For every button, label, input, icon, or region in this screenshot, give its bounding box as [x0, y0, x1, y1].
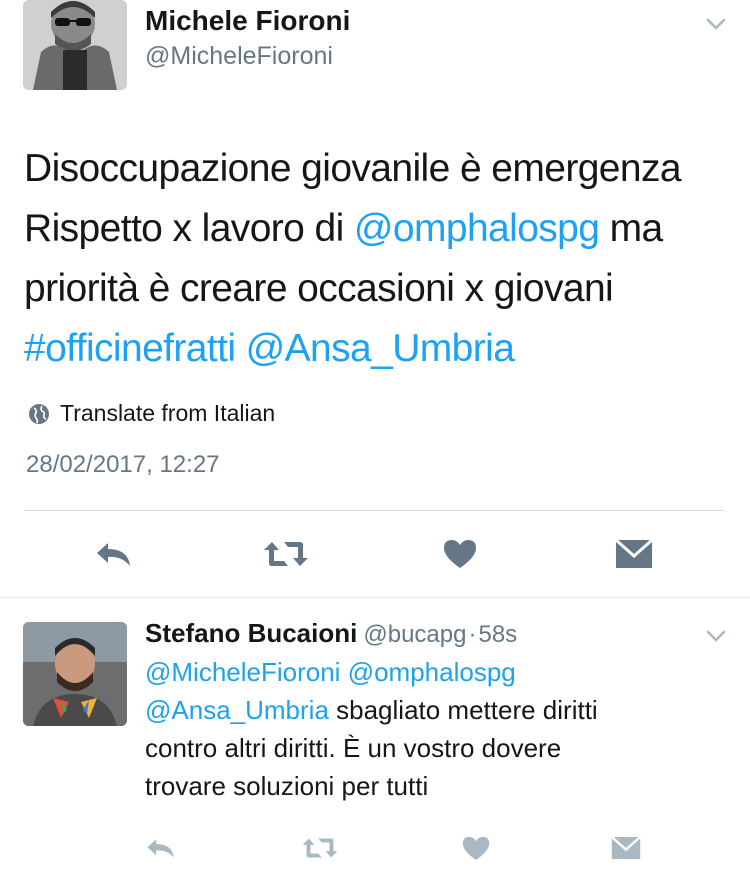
- mention-link[interactable]: @Ansa_Umbria: [145, 695, 329, 725]
- author-handle[interactable]: @MicheleFioroni: [145, 42, 333, 71]
- retweet-button[interactable]: [262, 534, 310, 574]
- divider: [24, 510, 724, 511]
- text-segment: Disoccupazione giovanile è emergenza: [24, 147, 682, 190]
- retweet-icon: [264, 542, 308, 566]
- reply-author-handle[interactable]: @bucapg: [363, 621, 466, 648]
- author-avatar[interactable]: [23, 0, 127, 90]
- text-line: @Ansa_Umbria sbagliato mettere diritti: [145, 691, 725, 729]
- reply-separator-dot: ·: [468, 621, 477, 648]
- main-tweet: Michele Fioroni @MicheleFioroni Disoccup…: [0, 0, 750, 597]
- text-segment: [235, 327, 245, 370]
- text-segment: ma: [599, 207, 664, 250]
- reply-actions: [0, 828, 750, 868]
- text-segment: Rispetto x lavoro di: [24, 207, 354, 250]
- tweet-detail-page: Michele Fioroni @MicheleFioroni Disoccup…: [0, 0, 750, 878]
- tweet-actions: [0, 534, 750, 574]
- text-segment: [340, 657, 347, 687]
- text-line: contro altri diritti. È un vostro dovere: [145, 729, 725, 767]
- reply-icon: [97, 543, 130, 566]
- tweet-text: Disoccupazione giovanile è emergenza Risp…: [24, 139, 729, 379]
- text-line: trovare soluzioni per tutti: [145, 767, 725, 805]
- avatar-photo: [23, 0, 127, 90]
- reply-header: Stefano Bucaioni @bucapg·58s: [145, 618, 517, 649]
- text-segment: priorità è creare occasioni x giovani: [24, 267, 614, 310]
- reply-tweet[interactable]: Stefano Bucaioni @bucapg·58s @MicheleFior…: [0, 598, 750, 878]
- reply-author-name[interactable]: Stefano Bucaioni: [145, 618, 357, 648]
- reply-button[interactable]: [92, 534, 136, 574]
- direct-message-button[interactable]: [612, 534, 656, 574]
- avatar-photo: [23, 622, 127, 726]
- retweet-icon: [302, 838, 338, 858]
- chevron-down-icon[interactable]: [704, 624, 728, 648]
- reply-icon: [147, 839, 174, 858]
- like-button[interactable]: [440, 534, 480, 574]
- mention-link[interactable]: @omphalospg: [348, 657, 516, 687]
- mention-link[interactable]: @Ansa_Umbria: [246, 327, 515, 370]
- mention-link[interactable]: @MicheleFioroni: [145, 657, 340, 687]
- retweet-button[interactable]: [298, 828, 342, 868]
- tweet-timestamp[interactable]: 28/02/2017, 12:27: [26, 451, 220, 479]
- text-segment: sbagliato mettere diritti: [328, 695, 598, 725]
- like-button[interactable]: [458, 828, 494, 868]
- translate-link[interactable]: Translate from Italian: [28, 400, 275, 427]
- direct-message-button[interactable]: [606, 828, 646, 868]
- heart-icon: [444, 540, 476, 568]
- text-segment: trovare soluzioni per tutti: [145, 771, 429, 801]
- text-segment: contro altri diritti. È un vostro dovere: [145, 733, 562, 763]
- text-line: Rispetto x lavoro di @omphalospg ma: [24, 199, 729, 259]
- mention-link[interactable]: @omphalospg: [354, 207, 600, 250]
- reply-time[interactable]: 58s: [478, 621, 517, 648]
- hashtag-link[interactable]: #officinefratti: [24, 327, 236, 370]
- text-line: Disoccupazione giovanile è emergenza: [24, 139, 729, 199]
- reply-button[interactable]: [143, 828, 179, 868]
- text-line: priorità è creare occasioni x giovani: [24, 259, 729, 319]
- text-line: #officinefratti @Ansa_Umbria: [24, 319, 729, 379]
- translate-label: Translate from Italian: [60, 400, 276, 426]
- heart-icon: [462, 836, 490, 860]
- chevron-down-icon[interactable]: [704, 12, 728, 36]
- reply-text: @MicheleFioroni @omphalospg @Ansa_Umbria …: [145, 653, 725, 805]
- author-name[interactable]: Michele Fioroni: [145, 5, 350, 37]
- reply-author-avatar[interactable]: [23, 622, 127, 726]
- globe-icon: [28, 403, 50, 425]
- text-line: @MicheleFioroni @omphalospg: [145, 653, 725, 691]
- envelope-icon: [611, 836, 641, 860]
- envelope-icon: [615, 538, 653, 568]
